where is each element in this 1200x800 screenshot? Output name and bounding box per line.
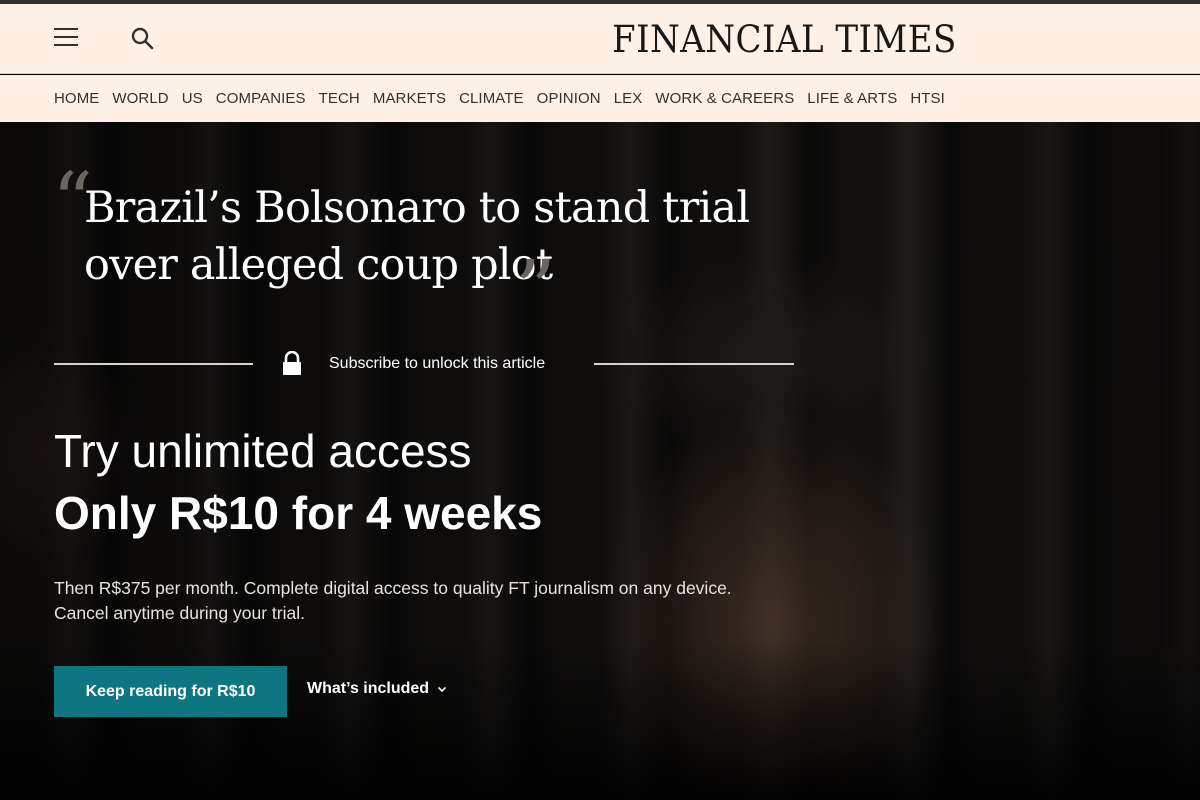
nav-item-world[interactable]: WORLD <box>112 90 168 107</box>
ft-masthead-logo[interactable]: FINANCIAL TIMES <box>612 18 957 61</box>
unlock-article-text: Subscribe to unlock this article <box>329 355 546 372</box>
chevron-down-icon <box>438 686 447 693</box>
nav-item-work-careers[interactable]: WORK & CAREERS <box>655 90 794 107</box>
hero-bottom-fade <box>0 640 1200 800</box>
nav-item-htsi[interactable]: HTSI <box>910 90 945 107</box>
keep-reading-button[interactable]: Keep reading for R$10 <box>54 666 287 717</box>
nav-item-tech[interactable]: TECH <box>319 90 360 107</box>
search-icon[interactable] <box>130 26 156 52</box>
main-navigation: HOME WORLD US COMPANIES TECH MARKETS CLIMATE OP… <box>0 75 1200 122</box>
offer-title: Try unlimited access <box>54 425 472 477</box>
close-quote-mark: ” <box>515 243 556 336</box>
site-header: FINANCIAL TIMES <box>0 4 1200 74</box>
article-headline: Brazil’s Bolsonaro to stand trial over a… <box>84 183 750 290</box>
whats-included-label: What’s included <box>307 680 430 697</box>
divider-left <box>54 363 253 365</box>
nav-item-life-arts[interactable]: LIFE & ARTS <box>807 90 897 107</box>
nav-item-lex[interactable]: LEX <box>614 90 643 107</box>
offer-description: Then R$375 per month. Complete digital a… <box>54 578 732 623</box>
lock-icon <box>281 350 303 377</box>
offer-price: Only R$10 for 4 weeks <box>54 487 543 539</box>
nav-item-markets[interactable]: MARKETS <box>373 90 446 107</box>
divider-right <box>594 363 794 365</box>
nav-item-us[interactable]: US <box>182 90 203 107</box>
hamburger-menu-icon[interactable] <box>54 28 80 50</box>
nav-item-opinion[interactable]: OPINION <box>537 90 601 107</box>
whats-included-toggle[interactable]: What’s included <box>307 680 447 698</box>
nav-item-home[interactable]: HOME <box>54 90 99 107</box>
nav-item-climate[interactable]: CLIMATE <box>459 90 524 107</box>
nav-item-companies[interactable]: COMPANIES <box>216 90 306 107</box>
